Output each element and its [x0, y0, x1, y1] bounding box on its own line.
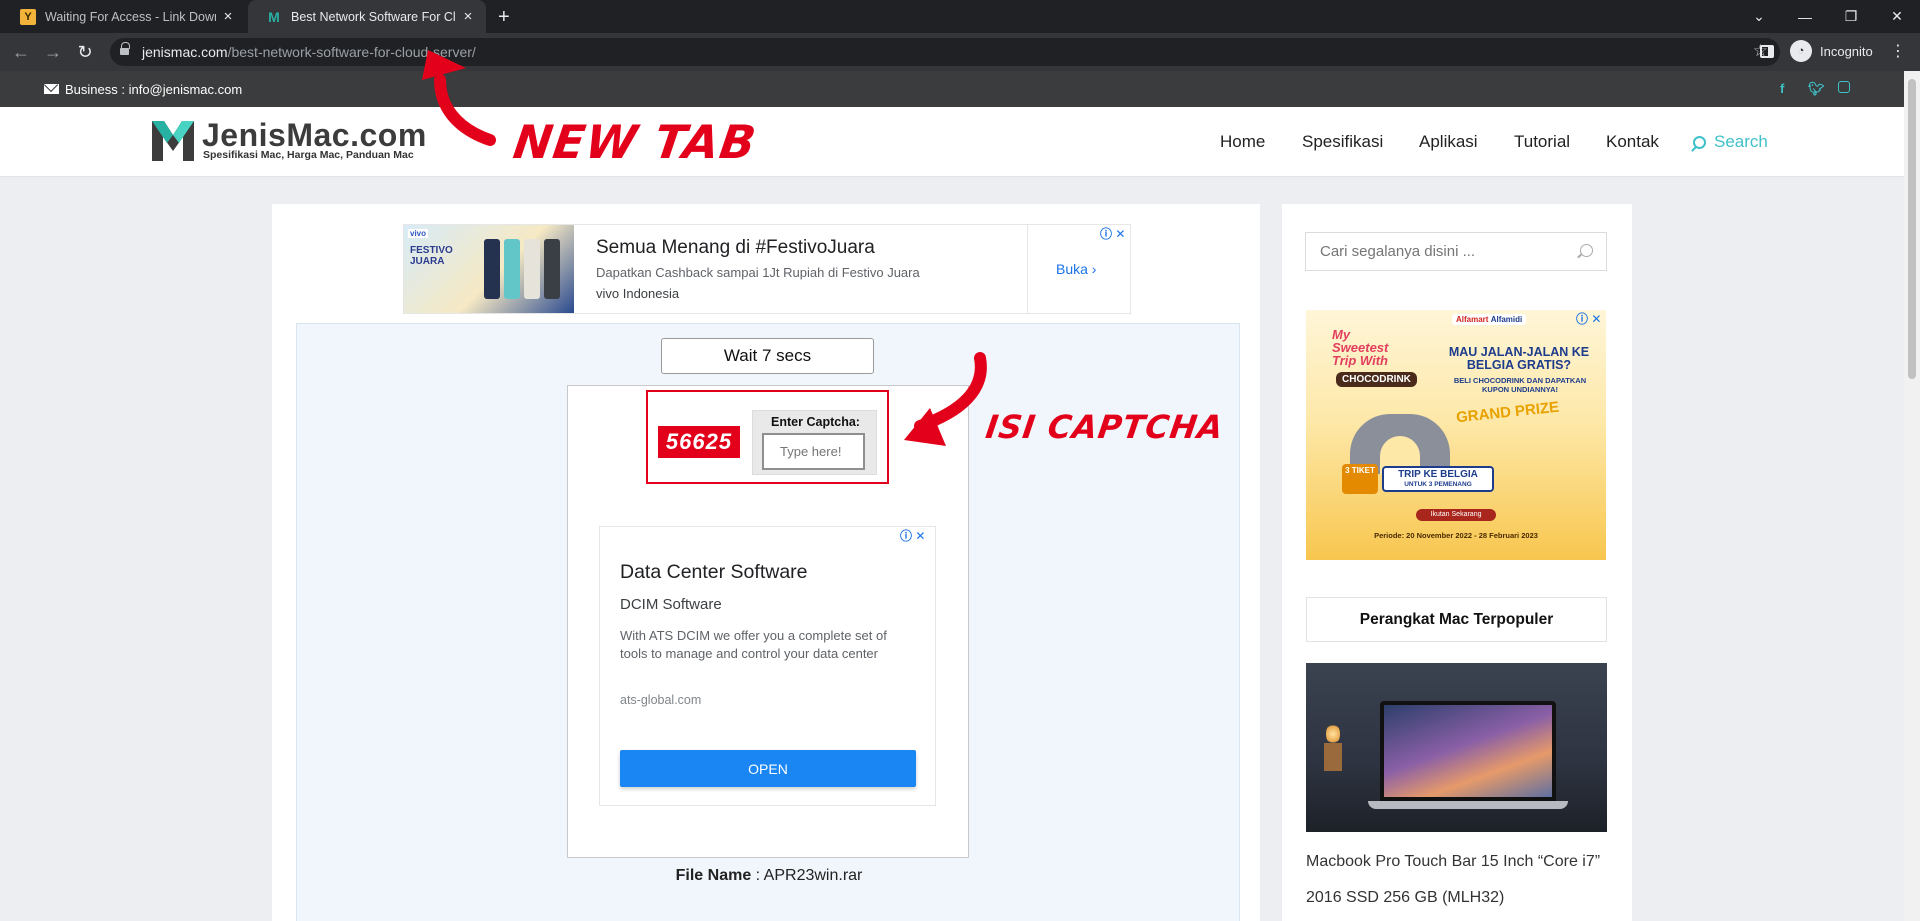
phone-image [544, 239, 560, 299]
nav-spesifikasi[interactable]: Spesifikasi [1302, 132, 1383, 152]
captcha-field-group: Enter Captcha: [752, 410, 877, 475]
divider [1027, 225, 1028, 313]
ad-promo: FESTIVO JUARA [410, 245, 453, 267]
ad-advertiser: vivo Indonesia [596, 286, 680, 301]
ad-open-button[interactable]: Buka › [1056, 261, 1096, 277]
close-tab-icon[interactable]: × [220, 8, 236, 25]
captcha-highlight: 56625 Enter Captcha: [646, 390, 889, 484]
reload-icon[interactable]: ↻ [74, 41, 96, 63]
scrollbar-thumb[interactable] [1908, 79, 1916, 379]
annotation-isi-captcha: ISI CAPTCHA [983, 408, 1227, 446]
captcha-input[interactable] [762, 433, 865, 470]
browser-toolbar: ← → ↻ jenismac.com/best-network-software… [0, 33, 1920, 71]
address-bar[interactable]: jenismac.com/best-network-software-for-c… [110, 38, 1780, 66]
site-header: JenisMac.com Spesifikasi Mac, Harga Mac,… [0, 107, 1904, 177]
incognito-icon: ◔ [1790, 40, 1812, 62]
ad-url: ats-global.com [620, 693, 702, 707]
minimize-icon[interactable]: — [1782, 0, 1828, 33]
url-text: jenismac.com/best-network-software-for-c… [142, 44, 476, 60]
adchoices-icon[interactable]: ⓘ ✕ [1100, 225, 1125, 242]
annotation-new-tab: NEW TAB [510, 115, 760, 169]
ad-open-button[interactable]: OPEN [620, 750, 916, 787]
lamp-image [1326, 723, 1340, 745]
ad-subtext: BELI CHOCODRINK DAN DAPATKAN KUPON UNDIA… [1453, 376, 1587, 394]
tab-title: Best Network Software For Cloud [291, 9, 456, 24]
main-content: vivo FESTIVO JUARA Semua Menang di #Fest… [272, 204, 1260, 921]
ad-title: My Sweetest Trip With [1332, 327, 1389, 368]
nav-aplikasi[interactable]: Aplikasi [1419, 132, 1478, 152]
captcha-code: 56625 [658, 426, 740, 458]
widget-title: Perangkat Mac Terpopuler [1306, 597, 1607, 642]
macbook-screen [1380, 701, 1556, 801]
ad-product: CHOCODRINK [1336, 372, 1417, 387]
tab-favicon: M [268, 8, 280, 25]
close-tab-icon[interactable]: × [460, 8, 476, 25]
ad-question: MAU JALAN-JALAN KE BELGIA GRATIS? [1448, 345, 1590, 372]
forward-icon[interactable]: → [42, 41, 64, 63]
browser-tab-strip: Y Waiting For Access - Link Downlo × M B… [0, 0, 1920, 33]
sidebar: Alfamart Alfamidi ⓘ ✕ My Sweetest Trip W… [1282, 204, 1632, 921]
browser-menu-icon[interactable]: ⋮ [1890, 41, 1906, 61]
new-tab-button[interactable]: + [498, 6, 510, 29]
ad-subhead: DCIM Software [620, 596, 722, 613]
tab-search-icon[interactable]: ⌄ [1736, 0, 1782, 33]
dcim-ad[interactable]: ⓘ ✕ Data Center Software DCIM Software W… [599, 526, 936, 806]
file-name: File Name : APR23win.rar [675, 867, 863, 884]
phone-image [484, 239, 500, 299]
post-title-link[interactable]: Macbook Pro Touch Bar 15 Inch “Core i7” … [1306, 844, 1606, 916]
lamp-base [1324, 743, 1342, 771]
macbook-base [1368, 801, 1568, 809]
ad-cta[interactable]: Ikutan Sekarang [1416, 509, 1496, 521]
nav-home[interactable]: Home [1220, 132, 1265, 152]
phone-image [504, 239, 520, 299]
tab-waiting-for-access[interactable]: Y Waiting For Access - Link Downlo × [2, 0, 246, 33]
mail-icon [44, 84, 59, 94]
nav-kontak[interactable]: Kontak [1606, 132, 1659, 152]
close-window-icon[interactable]: ✕ [1874, 0, 1920, 33]
nav-search[interactable]: Search [1693, 132, 1768, 152]
tab-best-network-software[interactable]: M Best Network Software For Cloud × [248, 0, 486, 33]
jenismac-logo-icon[interactable] [152, 121, 194, 161]
tab-title: Waiting For Access - Link Downlo [45, 9, 216, 24]
ad-description: With ATS DCIM we offer you a complete se… [620, 628, 887, 661]
nav-tutorial[interactable]: Tutorial [1514, 132, 1570, 152]
ad-grand-prize: GRAND PRIZE [1455, 398, 1560, 427]
facebook-icon[interactable]: f [1780, 81, 1784, 96]
side-panel-icon[interactable] [1760, 45, 1774, 58]
ad-headline[interactable]: Semua Menang di #FestivoJuara [596, 237, 875, 259]
phone-image [524, 239, 540, 299]
banner-ad-image[interactable]: vivo FESTIVO JUARA [404, 225, 574, 313]
lock-icon [120, 42, 130, 57]
captcha-label: Enter Captcha: [771, 415, 860, 429]
site-top-bar: Business : info@jenismac.com f 🐦︎ [0, 71, 1904, 107]
adchoices-icon[interactable]: ⓘ ✕ [1576, 310, 1601, 327]
page-scrollbar[interactable] [1904, 71, 1920, 921]
ad-headline[interactable]: Data Center Software [620, 561, 808, 584]
ad-brand: vivo [408, 229, 429, 238]
sidebar-search-input[interactable] [1305, 232, 1607, 271]
twitter-icon[interactable]: 🐦︎ [1808, 81, 1825, 97]
captcha-box: 56625 Enter Captcha: ⓘ ✕ Data Center Sof… [567, 385, 969, 858]
ad-trip: TRIP KE BELGIA UNTUK 3 PEMENANG [1382, 466, 1494, 492]
incognito-profile[interactable]: ◔ Incognito [1790, 40, 1873, 62]
wait-countdown-button[interactable]: Wait 7 secs [661, 338, 874, 374]
macbook-post-image[interactable] [1306, 663, 1607, 832]
chocodrink-ad[interactable]: Alfamart Alfamidi ⓘ ✕ My Sweetest Trip W… [1306, 310, 1606, 560]
ad-period: Periode: 20 November 2022 - 28 Februari … [1374, 531, 1538, 540]
restore-icon[interactable]: ❐ [1828, 0, 1874, 33]
ad-tiket: 3 TIKET [1342, 464, 1378, 494]
search-icon[interactable] [1580, 244, 1593, 257]
adchoices-icon[interactable]: ⓘ ✕ [900, 527, 925, 544]
back-icon[interactable]: ← [10, 41, 32, 63]
instagram-icon[interactable] [1838, 81, 1850, 93]
ad-logos: Alfamart Alfamidi [1452, 314, 1527, 325]
business-email[interactable]: Business : info@jenismac.com [65, 82, 242, 97]
banner-ad[interactable]: vivo FESTIVO JUARA Semua Menang di #Fest… [403, 224, 1131, 314]
logo-tagline: Spesifikasi Mac, Harga Mac, Panduan Mac [203, 149, 414, 161]
ad-description: Dapatkan Cashback sampai 1Jt Rupiah di F… [596, 265, 920, 280]
search-icon [1693, 135, 1706, 149]
tab-favicon: Y [20, 8, 36, 25]
